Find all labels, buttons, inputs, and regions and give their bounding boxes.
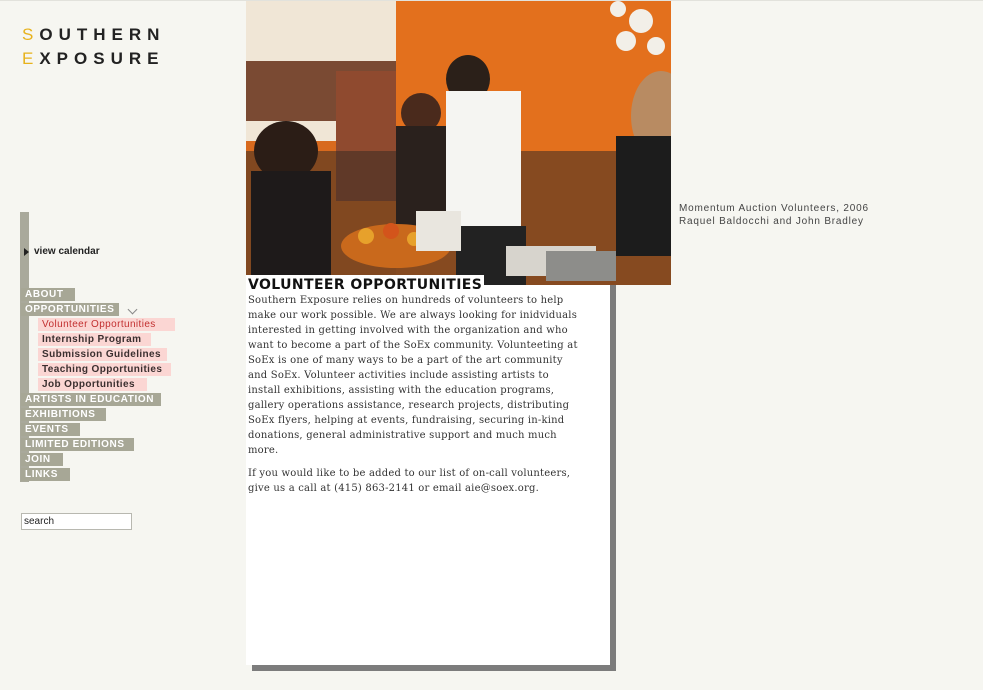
- submenu-item-volunteer-opportunities[interactable]: Volunteer Opportunities: [38, 318, 175, 331]
- view-calendar-link[interactable]: view calendar: [24, 246, 100, 257]
- logo-accent-e: E: [22, 48, 40, 68]
- menu-item-events[interactable]: EVENTS: [21, 423, 80, 436]
- menu-item-join[interactable]: JOIN: [21, 453, 63, 466]
- photo-caption: Momentum Auction Volunteers, 2006 Raquel…: [679, 202, 869, 228]
- page-title: VOLUNTEER OPPORTUNITIES: [246, 275, 484, 295]
- chevron-down-icon[interactable]: [127, 304, 138, 315]
- logo-text-xposure: XPOSURE: [39, 48, 165, 68]
- site-logo[interactable]: S OUTHERN E XPOSURE: [22, 24, 166, 74]
- menu-item-opportunities-label: OPPORTUNITIES: [25, 304, 115, 315]
- photo-illustration: [246, 1, 671, 285]
- logo-line-2: E XPOSURE: [22, 48, 165, 68]
- caption-line-1: Momentum Auction Volunteers, 2006: [679, 203, 869, 214]
- main-menu: ABOUT OPPORTUNITIES Volunteer Opportunit…: [21, 288, 175, 483]
- volunteers-photo: [246, 1, 671, 285]
- arrow-right-icon: [24, 247, 29, 256]
- body-paragraph-1: Southern Exposure relies on hundreds of …: [248, 295, 578, 456]
- content-body: Southern Exposure relies on hundreds of …: [248, 293, 583, 504]
- menu-item-about[interactable]: ABOUT: [21, 288, 75, 301]
- menu-item-links[interactable]: LINKS: [21, 468, 70, 481]
- menu-item-exhibitions[interactable]: EXHIBITIONS: [21, 408, 106, 421]
- logo-accent-s: S: [22, 24, 40, 44]
- body-paragraph-2: If you would like to be added to our lis…: [248, 468, 571, 494]
- view-calendar-label: view calendar: [34, 246, 100, 257]
- logo-line-1: S OUTHERN: [22, 24, 166, 44]
- submenu-item-submission-guidelines[interactable]: Submission Guidelines: [38, 348, 167, 361]
- menu-item-artists-in-education[interactable]: ARTISTS IN EDUCATION: [21, 393, 161, 406]
- submenu-item-teaching-opportunities[interactable]: Teaching Opportunities: [38, 363, 171, 376]
- menu-item-opportunities[interactable]: OPPORTUNITIES: [21, 303, 119, 316]
- submenu-item-internship-program[interactable]: Internship Program: [38, 333, 151, 346]
- caption-line-2: Raquel Baldocchi and John Bradley: [679, 216, 864, 227]
- search-input[interactable]: [21, 513, 132, 530]
- logo-text-outhern: OUTHERN: [39, 24, 166, 44]
- submenu-item-job-opportunities[interactable]: Job Opportunities: [38, 378, 147, 391]
- menu-item-limited-editions[interactable]: LIMITED EDITIONS: [21, 438, 134, 451]
